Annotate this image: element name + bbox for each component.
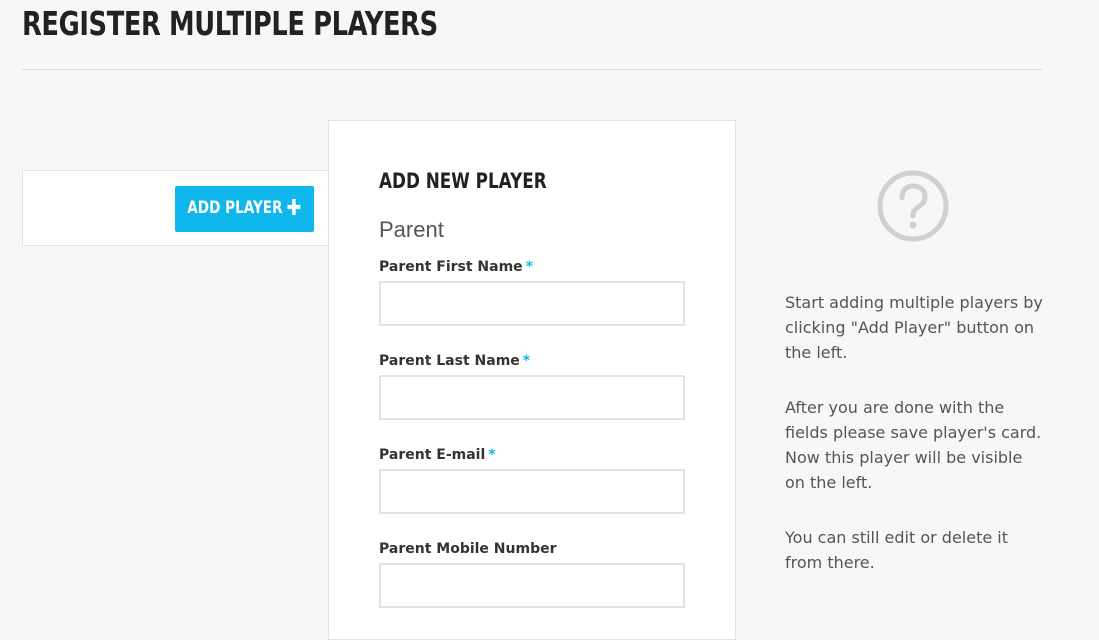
parent-mobile-input[interactable] (379, 563, 685, 608)
parent-last-name-label: Parent Last Name * (379, 353, 531, 369)
question-circle-icon (877, 170, 949, 242)
parent-first-name-field: Parent First Name * (379, 259, 685, 326)
parent-email-label: Parent E-mail * (379, 447, 496, 463)
parent-email-field: Parent E-mail * (379, 447, 685, 514)
title-divider (22, 69, 1042, 70)
plus-icon: ✚ (286, 196, 302, 221)
required-marker: * (488, 447, 496, 463)
parent-first-name-label: Parent First Name * (379, 259, 534, 275)
add-player-label: ADD PLAYER (187, 198, 283, 218)
parent-last-name-field: Parent Last Name * (379, 353, 685, 420)
parent-last-name-input[interactable] (379, 375, 685, 420)
parent-email-input[interactable] (379, 469, 685, 514)
form-title: ADD NEW PLAYER (379, 169, 547, 193)
parent-mobile-field: Parent Mobile Number (379, 541, 685, 608)
add-player-form-card: ADD NEW PLAYER Parent Parent First Name *… (328, 120, 736, 640)
add-player-button[interactable]: ADD PLAYER ✚ (175, 186, 314, 232)
help-text-edit: You can still edit or delete it from the… (785, 528, 1008, 572)
parent-mobile-label: Parent Mobile Number (379, 541, 557, 557)
required-marker: * (522, 353, 531, 369)
help-text-save: After you are done with the fields pleas… (785, 398, 1042, 492)
help-text-start: Start adding multiple players by clickin… (785, 293, 1043, 362)
parent-first-name-input[interactable] (379, 281, 685, 326)
section-title-parent: Parent (379, 217, 444, 242)
page-title: REGISTER MULTIPLE PLAYERS (22, 4, 438, 43)
required-marker: * (525, 259, 534, 275)
